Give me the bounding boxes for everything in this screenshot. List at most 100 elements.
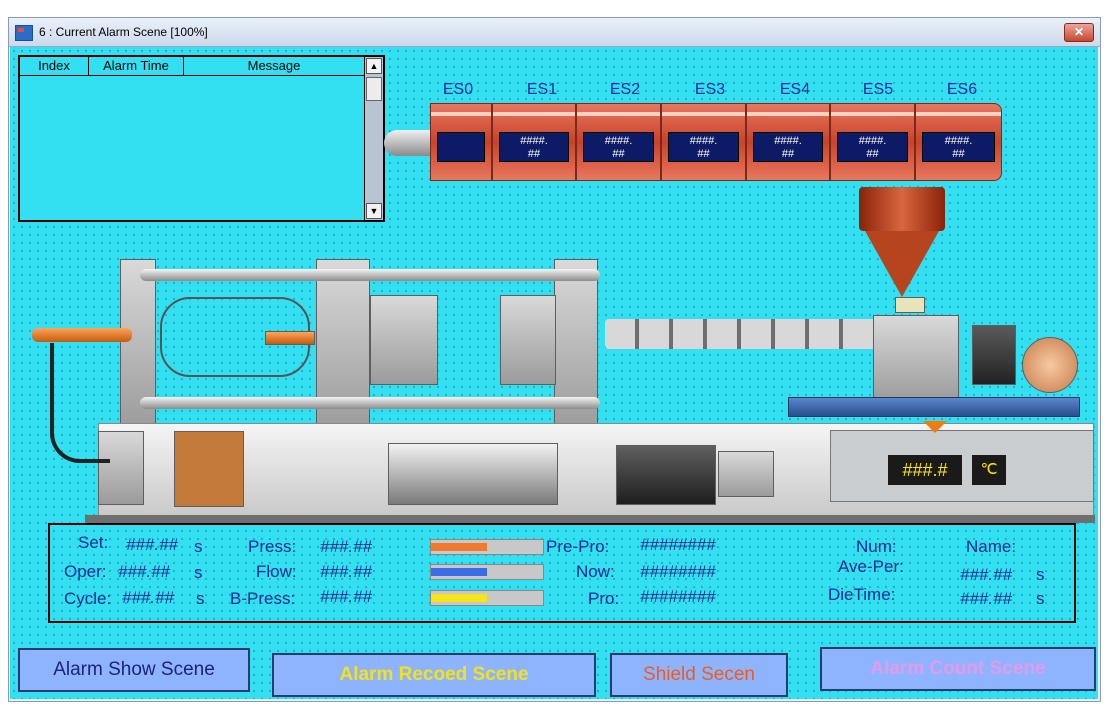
heater-label-es5: ES5 bbox=[862, 81, 894, 98]
press-label: Press: bbox=[248, 537, 297, 556]
bpress-label: B-Press: bbox=[230, 589, 296, 608]
now-value: ######## bbox=[640, 562, 716, 581]
heater-display-es4: ####. ## bbox=[753, 132, 823, 162]
aveper-value: ###.## bbox=[960, 565, 1012, 584]
flow-bar bbox=[430, 564, 544, 580]
flow-label: Flow: bbox=[256, 562, 297, 581]
close-button[interactable]: ✕ bbox=[1064, 23, 1094, 42]
injection-base-plate bbox=[788, 397, 1080, 417]
injection-screw bbox=[605, 319, 905, 349]
heater-display-es3: ####. ## bbox=[668, 132, 739, 162]
column-index[interactable]: Index bbox=[20, 57, 89, 75]
alarm-count-scene-button[interactable]: Alarm Count Scene bbox=[820, 647, 1096, 691]
oil-temp-panel bbox=[830, 430, 1094, 502]
oil-temp-unit: ℃ bbox=[972, 455, 1006, 485]
num-label: Num: bbox=[856, 537, 897, 556]
heater-label-es0: ES0 bbox=[442, 81, 474, 98]
bpress-bar bbox=[430, 590, 544, 606]
now-label: Now: bbox=[576, 562, 615, 581]
dietime-value: ###.## bbox=[960, 589, 1012, 608]
heater-es2: ####. ## bbox=[576, 103, 661, 181]
injection-carriage bbox=[873, 315, 959, 403]
oper-unit: s bbox=[194, 563, 203, 582]
pump-icon bbox=[718, 451, 774, 497]
mold-half-moving bbox=[370, 295, 438, 385]
pro-label: Pro: bbox=[588, 589, 620, 608]
heater-label-es6: ES6 bbox=[946, 81, 978, 98]
heater-display-es0 bbox=[437, 132, 485, 162]
set-value: ###.## bbox=[126, 535, 178, 554]
valve-wheel-icon bbox=[1022, 337, 1078, 393]
scroll-thumb[interactable] bbox=[366, 77, 382, 101]
heater-label-es3: ES3 bbox=[694, 81, 726, 98]
window-title: 6 : Current Alarm Scene [100%] bbox=[39, 25, 208, 39]
title-bar: 6 : Current Alarm Scene [100%] ✕ bbox=[9, 18, 1100, 47]
hopper-icon bbox=[859, 187, 945, 231]
heater-display-es1: ####. ## bbox=[499, 132, 569, 162]
aveper-label: Ave-Per: bbox=[838, 557, 904, 576]
heater-display-es2: ####. ## bbox=[583, 132, 654, 162]
heater-es6: ####. ## bbox=[915, 103, 1002, 181]
press-value: ###.## bbox=[320, 537, 372, 556]
pro-value: ######## bbox=[640, 587, 716, 606]
clamp-cylinder-rod bbox=[32, 328, 132, 342]
oper-label: Oper: bbox=[64, 562, 107, 581]
alarm-list[interactable]: Index Alarm Time Message ▲ ▼ bbox=[18, 55, 385, 222]
hydraulic-motor bbox=[972, 325, 1016, 385]
tie-bar-bottom bbox=[140, 397, 600, 409]
heater-display-es6: ####. ## bbox=[922, 132, 995, 162]
bpress-value: ###.## bbox=[320, 587, 372, 606]
hopper-throat bbox=[895, 297, 925, 313]
column-alarm-time[interactable]: Alarm Time bbox=[89, 57, 184, 75]
filter-unit-icon bbox=[174, 431, 244, 507]
press-bar-fill bbox=[431, 543, 487, 551]
heater-es1: ####. ## bbox=[492, 103, 576, 181]
heater-es5: ####. ## bbox=[830, 103, 915, 181]
alarm-record-scene-button[interactable]: Alarm Recoed Scene bbox=[272, 653, 596, 697]
heater-es4: ####. ## bbox=[746, 103, 830, 181]
heater-es0 bbox=[430, 103, 492, 181]
aveper-unit: s bbox=[1036, 565, 1045, 584]
scroll-down-arrow-icon[interactable]: ▼ bbox=[366, 203, 382, 219]
scene-canvas: Index Alarm Time Message ▲ ▼ ES0 ES1 ES2… bbox=[10, 47, 1098, 699]
tie-bar-top bbox=[140, 269, 600, 281]
mold-half-fixed bbox=[500, 295, 556, 385]
hopper-cone bbox=[865, 231, 939, 297]
alarm-show-scene-button[interactable]: Alarm Show Scene bbox=[18, 648, 250, 692]
cycle-value: ###.## bbox=[122, 588, 174, 607]
alarm-list-scrollbar[interactable]: ▲ ▼ bbox=[364, 57, 383, 220]
dietime-unit: s bbox=[1036, 589, 1045, 608]
flow-bar-fill bbox=[431, 568, 487, 576]
hydraulic-hose bbox=[50, 343, 110, 463]
heater-label-es4: ES4 bbox=[779, 81, 811, 98]
temp-indicator-arrow-icon bbox=[923, 421, 947, 433]
heater-label-es2: ES2 bbox=[609, 81, 641, 98]
production-readout-panel: Set: ###.## s Oper: ###.## s Cycle: ###.… bbox=[48, 523, 1076, 623]
electric-motor-icon bbox=[616, 445, 716, 505]
oil-tank bbox=[388, 443, 558, 505]
name-label: Name: bbox=[966, 537, 1017, 556]
heater-es3: ####. ## bbox=[661, 103, 746, 181]
set-unit: s bbox=[194, 537, 203, 556]
alarm-scene-window: 6 : Current Alarm Scene [100%] ✕ Index A… bbox=[8, 17, 1101, 702]
bpress-bar-fill bbox=[431, 594, 487, 602]
set-label: Set: bbox=[78, 533, 109, 552]
heater-label-es1: ES1 bbox=[526, 81, 558, 98]
flow-value: ###.## bbox=[320, 562, 372, 581]
machine-base-foot bbox=[85, 515, 1095, 523]
app-icon bbox=[15, 25, 33, 41]
ejector-rod bbox=[265, 331, 315, 345]
prepro-value: ######## bbox=[640, 535, 716, 554]
prepro-label: Pre-Pro: bbox=[546, 537, 610, 556]
oper-value: ###.## bbox=[118, 562, 170, 581]
shield-scene-button[interactable]: Shield Secen bbox=[610, 653, 788, 697]
alarm-list-header: Index Alarm Time Message bbox=[20, 57, 365, 76]
dietime-label: DieTime: bbox=[828, 585, 896, 604]
heater-display-es5: ####. ## bbox=[837, 132, 908, 162]
press-bar bbox=[430, 539, 544, 555]
cycle-unit: s bbox=[196, 589, 205, 608]
oil-temp-value: ###.# bbox=[888, 455, 962, 485]
column-message[interactable]: Message bbox=[184, 57, 365, 75]
scroll-up-arrow-icon[interactable]: ▲ bbox=[366, 58, 382, 74]
cycle-label: Cycle: bbox=[64, 589, 112, 608]
